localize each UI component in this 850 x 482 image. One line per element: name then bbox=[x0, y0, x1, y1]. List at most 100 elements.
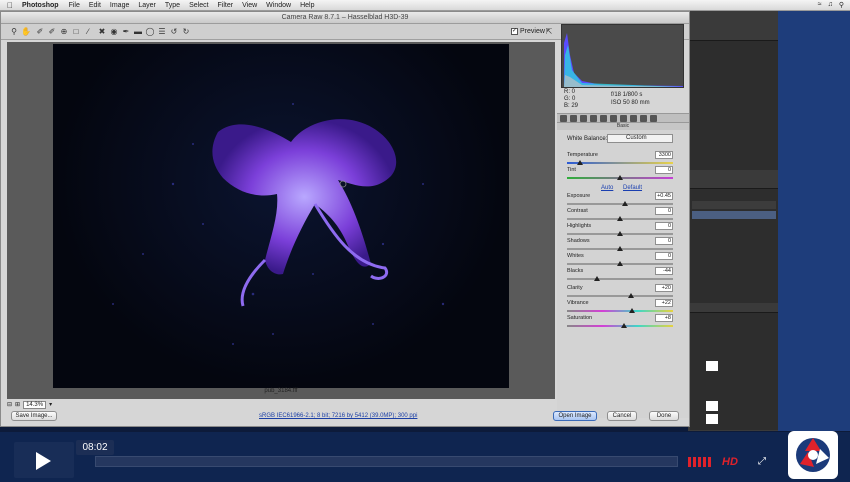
menu-view[interactable]: View bbox=[242, 2, 257, 9]
panel-tabs[interactable] bbox=[690, 41, 778, 49]
image-canvas[interactable]: pub_3184.fff bbox=[7, 42, 555, 399]
action-item[interactable] bbox=[692, 211, 776, 219]
zoom-in-icon[interactable]: ⊞ bbox=[15, 401, 20, 408]
vibrance-track[interactable] bbox=[567, 310, 673, 312]
contrast-value-field[interactable]: 0 bbox=[655, 207, 673, 215]
blacks-slider[interactable]: Blacks -44 bbox=[567, 267, 673, 284]
presets-tab-icon[interactable] bbox=[640, 114, 647, 122]
vibrance-thumb[interactable] bbox=[628, 308, 635, 313]
blacks-track[interactable] bbox=[567, 278, 673, 280]
preview-toggle[interactable]: ✓ Preview bbox=[511, 28, 545, 35]
clarity-thumb[interactable] bbox=[627, 293, 634, 298]
rotate-left-icon[interactable]: ↺ bbox=[169, 27, 179, 37]
menu-type[interactable]: Type bbox=[165, 2, 180, 9]
whites-value-field[interactable]: 0 bbox=[655, 252, 673, 260]
blacks-thumb[interactable] bbox=[593, 276, 600, 281]
spotlight-icon[interactable]: ⚲ bbox=[839, 1, 844, 9]
tint-thumb[interactable] bbox=[617, 175, 623, 180]
fullscreen-icon[interactable]: ⤢ bbox=[755, 456, 769, 468]
zoom-tool-icon[interactable]: ⚲ bbox=[9, 27, 19, 37]
saturation-value-field[interactable]: +8 bbox=[655, 314, 673, 322]
hsl-tab-icon[interactable] bbox=[590, 114, 597, 122]
preview-checkbox[interactable]: ✓ bbox=[511, 28, 518, 35]
menu-layer[interactable]: Layer bbox=[138, 2, 156, 9]
app-menu[interactable]: Photoshop bbox=[22, 2, 59, 9]
white-balance-select[interactable]: Custom bbox=[607, 134, 673, 143]
menu-file[interactable]: File bbox=[69, 2, 80, 9]
red-eye-icon[interactable]: ◉ bbox=[109, 27, 119, 37]
menu-image[interactable]: Image bbox=[110, 2, 129, 9]
detail-tab-icon[interactable] bbox=[580, 114, 587, 122]
fx-tab-icon[interactable] bbox=[620, 114, 627, 122]
done-button[interactable]: Done bbox=[649, 411, 679, 421]
action-item[interactable] bbox=[692, 201, 776, 209]
saturation-slider[interactable]: Saturation +8 bbox=[567, 314, 673, 331]
tone-curve-tab-icon[interactable] bbox=[570, 114, 577, 122]
rotate-right-icon[interactable]: ↻ bbox=[181, 27, 191, 37]
exposure-value-field[interactable]: +0.45 bbox=[655, 192, 673, 200]
default-link[interactable]: Default bbox=[623, 185, 642, 191]
open-image-button[interactable]: Open Image bbox=[553, 411, 597, 421]
temperature-thumb[interactable] bbox=[576, 160, 583, 165]
blacks-value-field[interactable]: -44 bbox=[655, 267, 673, 275]
crop-tool-icon[interactable]: □ bbox=[71, 27, 81, 37]
zoom-out-icon[interactable]: ⊟ bbox=[7, 401, 12, 408]
save-image-button[interactable]: Save Image... bbox=[11, 411, 57, 421]
layer-thumbnail[interactable] bbox=[706, 401, 718, 411]
auto-link[interactable]: Auto bbox=[601, 185, 613, 191]
tint-slider[interactable]: Tint 0 bbox=[567, 166, 673, 183]
hd-toggle[interactable]: HD bbox=[722, 456, 738, 468]
zoom-bar: ⊟ ⊞ 14.3% ▾ bbox=[7, 400, 555, 409]
apple-icon[interactable]:  bbox=[6, 1, 14, 10]
shadows-value-field[interactable]: 0 bbox=[655, 237, 673, 245]
exposure-thumb[interactable] bbox=[622, 201, 629, 206]
volume-icon[interactable]: ♫ bbox=[828, 1, 833, 9]
shadows-thumb[interactable] bbox=[617, 246, 623, 251]
contrast-thumb[interactable] bbox=[617, 216, 623, 221]
split-toning-tab-icon[interactable] bbox=[600, 114, 607, 122]
saturation-track[interactable] bbox=[567, 325, 673, 327]
menu-edit[interactable]: Edit bbox=[89, 2, 101, 9]
cancel-button[interactable]: Cancel bbox=[607, 411, 637, 421]
straighten-icon[interactable]: ∕ bbox=[83, 27, 93, 37]
fullscreen-toggle-icon[interactable]: ⇱ bbox=[544, 27, 554, 37]
spot-removal-icon[interactable]: ✖ bbox=[97, 27, 107, 37]
camera-calibration-tab-icon[interactable] bbox=[630, 114, 637, 122]
target-adjust-icon[interactable]: ⊕ bbox=[59, 27, 69, 37]
temperature-value-field[interactable]: 3300 bbox=[655, 151, 673, 159]
volume-icon[interactable] bbox=[688, 457, 716, 467]
menu-filter[interactable]: Filter bbox=[218, 2, 234, 9]
clarity-value-field[interactable]: +20 bbox=[655, 284, 673, 292]
graduated-filter-icon[interactable]: ▬ bbox=[133, 27, 143, 37]
whites-thumb[interactable] bbox=[617, 261, 623, 266]
tint-value-field[interactable]: 0 bbox=[655, 166, 673, 174]
highlights-thumb[interactable] bbox=[617, 231, 623, 236]
snapshots-tab-icon[interactable] bbox=[650, 114, 657, 122]
basic-tab-icon[interactable] bbox=[560, 114, 567, 122]
vibrance-value-field[interactable]: +22 bbox=[655, 299, 673, 307]
menu-select[interactable]: Select bbox=[189, 2, 208, 9]
exposure-track[interactable] bbox=[567, 203, 673, 205]
layer-thumbnail[interactable] bbox=[706, 414, 718, 424]
video-scrubber[interactable] bbox=[95, 456, 678, 467]
saturation-thumb[interactable] bbox=[621, 323, 628, 328]
channel-logo[interactable] bbox=[788, 431, 838, 479]
color-sampler-icon[interactable]: ✐ bbox=[47, 27, 57, 37]
zoom-dropdown-icon[interactable]: ▾ bbox=[49, 401, 52, 408]
preferences-icon[interactable]: ☰ bbox=[157, 27, 167, 37]
temperature-track[interactable] bbox=[567, 162, 673, 164]
clarity-track[interactable] bbox=[567, 295, 673, 297]
eyedropper-icon[interactable]: ✐ bbox=[35, 27, 45, 37]
radial-filter-icon[interactable]: ◯ bbox=[145, 27, 155, 37]
preview-image[interactable] bbox=[53, 44, 509, 388]
workflow-options-link[interactable]: sRGB IEC61966-2.1; 8 bit; 7216 by 5412 (… bbox=[259, 413, 417, 419]
menu-window[interactable]: Window bbox=[266, 2, 291, 9]
lens-tab-icon[interactable] bbox=[610, 114, 617, 122]
menu-help[interactable]: Help bbox=[300, 2, 314, 9]
highlights-value-field[interactable]: 0 bbox=[655, 222, 673, 230]
zoom-level[interactable]: 14.3% bbox=[23, 400, 47, 409]
adjustment-brush-icon[interactable]: ✒ bbox=[121, 27, 131, 37]
wifi-icon[interactable]: ≈ bbox=[818, 1, 822, 9]
layer-thumbnail[interactable] bbox=[706, 361, 718, 371]
hand-tool-icon[interactable]: ✋ bbox=[21, 27, 31, 37]
